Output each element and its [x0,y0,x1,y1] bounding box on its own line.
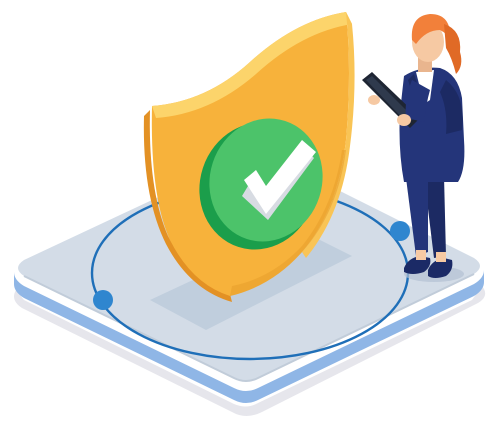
ring-node-left [93,290,113,310]
woman-ankle-front [416,250,426,260]
woman-hand-back [368,95,380,105]
woman-ponytail [444,24,462,74]
woman-hand-front [397,114,411,126]
ring-node-right [390,221,410,241]
illustration-canvas [14,12,486,416]
woman-ankle-back [436,252,446,262]
security-illustration [0,0,493,438]
